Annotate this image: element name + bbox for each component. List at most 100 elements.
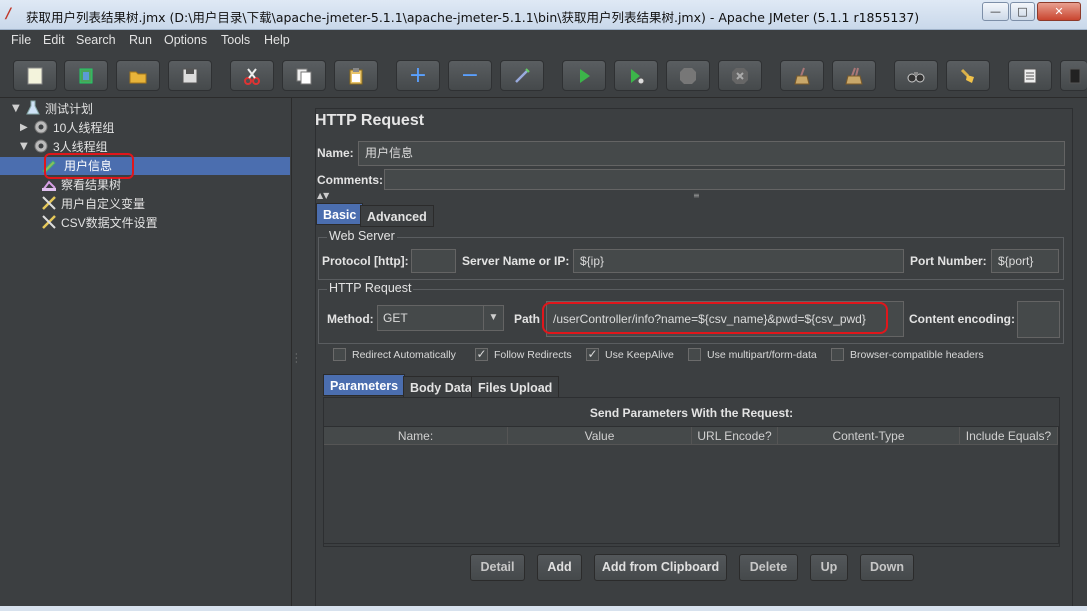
column-header-url-encode[interactable]: URL Encode?: [692, 427, 778, 445]
down-button[interactable]: Down: [860, 554, 914, 581]
detail-button[interactable]: Detail: [470, 554, 525, 581]
tab-advanced[interactable]: Advanced: [360, 205, 434, 227]
stop-icon: [680, 67, 696, 84]
delete-button[interactable]: Delete: [739, 554, 798, 581]
chevron-down-icon[interactable]: ▼: [483, 306, 503, 330]
expanded-arrow-icon[interactable]: ▼: [20, 141, 32, 152]
add-from-clipboard-button[interactable]: Add from Clipboard: [594, 554, 727, 581]
menu-file[interactable]: File: [11, 33, 31, 47]
clear-all-button[interactable]: [832, 60, 876, 91]
browser-headers-checkbox[interactable]: Browser-compatible headers: [831, 348, 984, 361]
checkbox-box[interactable]: [831, 348, 844, 361]
tree-node-test-plan[interactable]: ▼ 测试计划: [12, 99, 93, 117]
expand-all-button[interactable]: +: [396, 60, 440, 91]
port-field[interactable]: ${port}: [991, 249, 1059, 273]
tab-basic[interactable]: Basic: [316, 203, 364, 225]
cut-button[interactable]: [230, 60, 274, 91]
function-helper-button[interactable]: [1008, 60, 1052, 91]
minimize-button[interactable]: —: [982, 2, 1009, 21]
checkmark-icon[interactable]: ✓: [475, 348, 488, 361]
tab-files-upload[interactable]: Files Upload: [471, 376, 560, 398]
column-header-include-equals[interactable]: Include Equals?: [960, 427, 1058, 445]
copy-button[interactable]: [282, 60, 326, 91]
collapse-all-button[interactable]: −: [448, 60, 492, 91]
window-bottom-edge: [0, 606, 1087, 611]
protocol-field[interactable]: [411, 249, 456, 273]
parameters-table[interactable]: Name: Value URL Encode? Content-Type Inc…: [323, 426, 1059, 544]
paste-button[interactable]: [334, 60, 378, 91]
flask-icon: [24, 100, 41, 116]
server-field[interactable]: ${ip}: [573, 249, 904, 273]
reset-search-button[interactable]: [946, 60, 990, 91]
tree-node-user-vars[interactable]: 用户自定义变量: [40, 194, 145, 212]
gear-icon: [32, 138, 49, 154]
comments-label: Comments:: [317, 173, 384, 187]
binoculars-icon: [907, 71, 925, 82]
tree-node-thread-group-10[interactable]: ▶ 10人线程组: [20, 118, 114, 136]
clear-button[interactable]: [780, 60, 824, 91]
paste-icon: [349, 67, 363, 84]
checkbox-box[interactable]: [333, 348, 346, 361]
follow-redirects-checkbox[interactable]: ✓ Follow Redirects: [475, 348, 572, 361]
use-keepalive-checkbox[interactable]: ✓ Use KeepAlive: [586, 348, 674, 361]
stop-button[interactable]: [666, 60, 710, 91]
column-header-value[interactable]: Value: [508, 427, 692, 445]
column-header-name[interactable]: Name:: [324, 427, 508, 445]
start-button[interactable]: [562, 60, 606, 91]
maximize-button[interactable]: □: [1010, 2, 1035, 21]
tree-node-label: CSV数据文件设置: [61, 215, 158, 230]
resize-grip-icon[interactable]: ≡: [693, 191, 700, 200]
tab-parameters[interactable]: Parameters: [323, 374, 406, 396]
search-button[interactable]: [894, 60, 938, 91]
toggle-button[interactable]: [500, 60, 544, 91]
checkmark-icon[interactable]: ✓: [586, 348, 599, 361]
menu-search[interactable]: Search: [76, 33, 116, 47]
comments-field[interactable]: [384, 169, 1065, 190]
save-button[interactable]: [168, 60, 212, 91]
expanded-arrow-icon[interactable]: ▼: [12, 103, 24, 114]
up-button[interactable]: Up: [810, 554, 848, 581]
open-button[interactable]: [116, 60, 160, 91]
checkbox-label: Use multipart/form-data: [707, 348, 817, 361]
menu-tools[interactable]: Tools: [221, 33, 250, 47]
checkbox-box[interactable]: [688, 348, 701, 361]
jmeter-window: / 获取用户列表结果树.jmx (D:\用户目录\下载\apache-jmete…: [0, 0, 1087, 611]
column-header-content-type[interactable]: Content-Type: [778, 427, 960, 445]
tree-node-results-tree[interactable]: 察看结果树: [40, 175, 121, 193]
drag-handle-icon: · · ·: [295, 350, 298, 367]
shutdown-button[interactable]: [718, 60, 762, 91]
close-button[interactable]: ✕: [1037, 2, 1081, 21]
checkbox-label: Follow Redirects: [494, 348, 572, 361]
jmeter-logo-icon: /: [6, 6, 12, 22]
play-no-timers-icon: [631, 68, 645, 84]
menu-edit[interactable]: Edit: [43, 33, 65, 47]
add-button[interactable]: Add: [537, 554, 582, 581]
tree-node-csv-config[interactable]: CSV数据文件设置: [40, 213, 158, 231]
list-icon: [1023, 68, 1037, 83]
redirect-automatically-checkbox[interactable]: Redirect Automatically: [333, 348, 456, 361]
method-select[interactable]: GET ▼: [377, 305, 504, 331]
menu-bar: File Edit Search Run Options Tools Help: [0, 30, 1087, 52]
collapse-arrows-icon[interactable]: ▲▼: [317, 191, 329, 200]
params-title: Send Parameters With the Request:: [589, 406, 794, 420]
help-button[interactable]: [1060, 60, 1087, 91]
chart-listener-icon: [40, 176, 57, 192]
server-label: Server Name or IP:: [462, 254, 570, 268]
collapsed-arrow-icon[interactable]: ▶: [20, 122, 32, 133]
name-label: Name:: [317, 146, 354, 160]
menu-help[interactable]: Help: [264, 33, 290, 47]
templates-button[interactable]: [64, 60, 108, 91]
multipart-checkbox[interactable]: Use multipart/form-data: [688, 348, 817, 361]
menu-run[interactable]: Run: [129, 33, 152, 47]
tab-body-data[interactable]: Body Data: [403, 376, 479, 398]
tree-node-label: 10人线程组: [53, 120, 115, 135]
name-field[interactable]: 用户信息: [358, 141, 1065, 166]
open-folder-icon: [129, 71, 147, 83]
content-encoding-field[interactable]: [1017, 301, 1060, 338]
protocol-label: Protocol [http]:: [322, 254, 409, 268]
menu-options[interactable]: Options: [164, 33, 207, 47]
start-no-pauses-button[interactable]: [614, 60, 658, 91]
reset-brush-icon: [960, 68, 974, 83]
split-pane-divider[interactable]: · · ·: [292, 98, 302, 606]
new-plan-button[interactable]: [13, 60, 57, 91]
